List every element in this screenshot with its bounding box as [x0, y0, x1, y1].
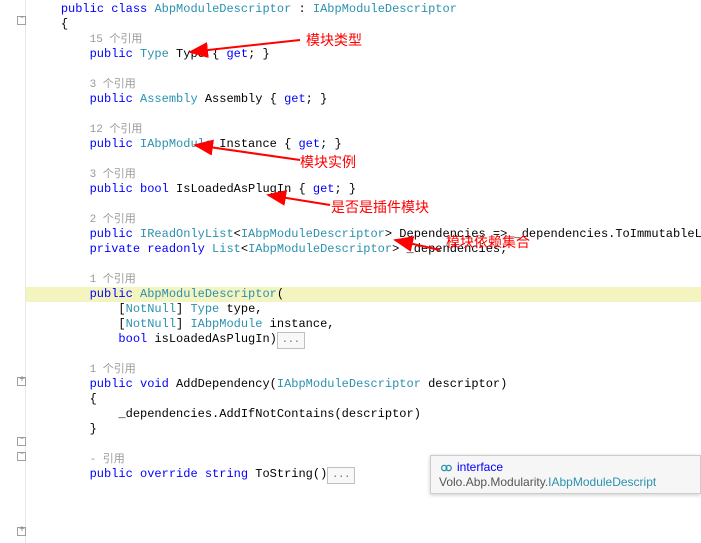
blank-line — [26, 437, 701, 452]
fold-toggle-icon[interactable] — [17, 452, 26, 461]
code-line-current[interactable]: public AbpModuleDescriptor( — [26, 287, 701, 302]
annotation-text: 模块实例 — [300, 152, 356, 172]
codelens-refs[interactable]: 3 个引用 — [26, 167, 701, 182]
folded-code-badge[interactable]: ... — [327, 467, 355, 484]
code-line[interactable]: public IAbpModule Instance { get; } — [26, 137, 701, 152]
fold-toggle-icon[interactable] — [17, 437, 26, 446]
codelens-refs[interactable]: 3 个引用 — [26, 77, 701, 92]
code-line[interactable]: private readonly List<IAbpModuleDescript… — [26, 242, 701, 257]
blank-line — [26, 107, 701, 122]
blank-line — [26, 62, 701, 77]
code-line[interactable]: public void AddDependency(IAbpModuleDesc… — [26, 377, 701, 392]
code-line[interactable]: public Assembly Assembly { get; } — [26, 92, 701, 107]
code-line[interactable]: public bool IsLoadedAsPlugIn { get; } — [26, 182, 701, 197]
code-line[interactable]: { — [26, 392, 701, 407]
code-line[interactable]: public Type Type { get; } — [26, 47, 701, 62]
codelens-refs[interactable]: 15 个引用 — [26, 32, 701, 47]
code-line[interactable]: [NotNull] IAbpModule instance, — [26, 317, 701, 332]
codelens-refs[interactable]: 12 个引用 — [26, 122, 701, 137]
code-line[interactable]: _dependencies.AddIfNotContains(descripto… — [26, 407, 701, 422]
code-line[interactable]: public class AbpModuleDescriptor : IAbpM… — [26, 2, 701, 17]
interface-icon — [439, 461, 453, 475]
fold-toggle-icon[interactable] — [17, 527, 26, 536]
code-line[interactable]: { — [26, 17, 701, 32]
fold-toggle-icon[interactable] — [17, 16, 26, 25]
blank-line — [26, 152, 701, 167]
intellisense-tooltip: interface Volo.Abp.Modularity.IAbpModule… — [430, 455, 701, 494]
code-line[interactable]: [NotNull] Type type, — [26, 302, 701, 317]
blank-line — [26, 257, 701, 272]
annotation-text: 模块类型 — [306, 30, 362, 50]
fold-toggle-icon[interactable] — [17, 377, 26, 386]
annotation-text: 是否是插件模块 — [331, 197, 429, 217]
code-line[interactable]: } — [26, 422, 701, 437]
blank-line — [26, 347, 701, 362]
editor-gutter — [0, 0, 26, 543]
annotation-text: 模块依赖集合 — [446, 232, 530, 252]
code-line[interactable]: bool isLoadedAsPlugIn)... — [26, 332, 701, 347]
code-line[interactable]: public IReadOnlyList<IAbpModuleDescripto… — [26, 227, 701, 242]
codelens-refs[interactable]: 1 个引用 — [26, 272, 701, 287]
codelens-refs[interactable]: 1 个引用 — [26, 362, 701, 377]
folded-code-badge[interactable]: ... — [277, 332, 305, 349]
